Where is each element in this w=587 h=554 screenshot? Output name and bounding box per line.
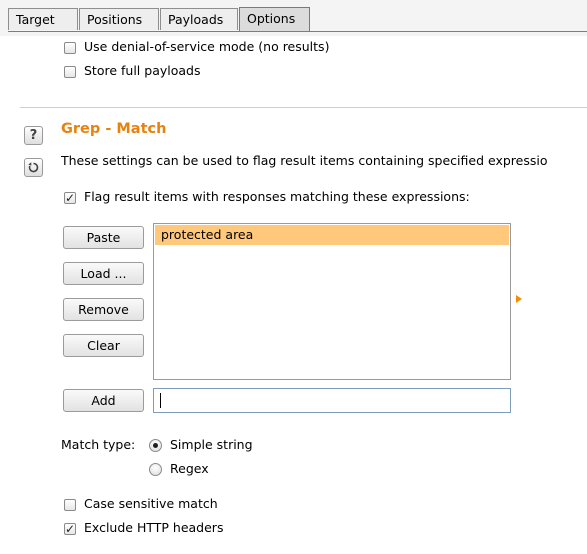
text-caret xyxy=(160,393,161,408)
add-button[interactable]: Add xyxy=(63,389,144,412)
dos-mode-checkbox[interactable] xyxy=(64,42,76,54)
section-title: Grep - Match xyxy=(61,121,167,137)
expression-list[interactable]: protected area xyxy=(153,223,511,380)
flag-results-checkbox[interactable]: ✓ xyxy=(64,192,76,204)
exclude-headers-checkbox[interactable]: ✓ xyxy=(64,523,76,535)
store-payloads-label: Store full payloads xyxy=(84,63,201,78)
list-item[interactable]: protected area xyxy=(155,225,509,245)
tab-underline xyxy=(8,31,587,32)
radio-selected-dot xyxy=(153,443,158,448)
match-type-label: Match type: xyxy=(61,437,136,452)
store-payloads-checkbox[interactable] xyxy=(64,66,76,78)
tab-bar: Target Positions Payloads Options xyxy=(0,0,587,36)
add-expression-input[interactable] xyxy=(153,388,511,413)
exclude-headers-label: Exclude HTTP headers xyxy=(84,520,224,535)
refresh-icon[interactable] xyxy=(24,158,43,177)
section-divider xyxy=(20,107,587,108)
tab-payloads[interactable]: Payloads xyxy=(160,8,238,30)
paste-button[interactable]: Paste xyxy=(63,226,144,249)
tab-options[interactable]: Options xyxy=(239,7,310,32)
dos-mode-label: Use denial-of-service mode (no results) xyxy=(84,39,330,54)
tab-target[interactable]: Target xyxy=(8,8,78,30)
tab-positions[interactable]: Positions xyxy=(79,8,159,30)
regex-radio[interactable] xyxy=(149,463,162,476)
section-description: These settings can be used to flag resul… xyxy=(61,153,548,168)
question-mark-icon[interactable]: ? xyxy=(24,126,43,145)
flag-results-label: Flag result items with responses matchin… xyxy=(84,189,470,204)
case-sensitive-label: Case sensitive match xyxy=(84,496,218,511)
simple-string-radio[interactable] xyxy=(149,439,162,452)
regex-label: Regex xyxy=(170,461,209,476)
clear-button[interactable]: Clear xyxy=(63,334,144,357)
remove-button[interactable]: Remove xyxy=(63,298,144,321)
load-button[interactable]: Load ... xyxy=(63,262,144,285)
expand-arrow-icon[interactable] xyxy=(516,295,522,303)
simple-string-label: Simple string xyxy=(170,437,253,452)
case-sensitive-checkbox[interactable] xyxy=(64,499,76,511)
